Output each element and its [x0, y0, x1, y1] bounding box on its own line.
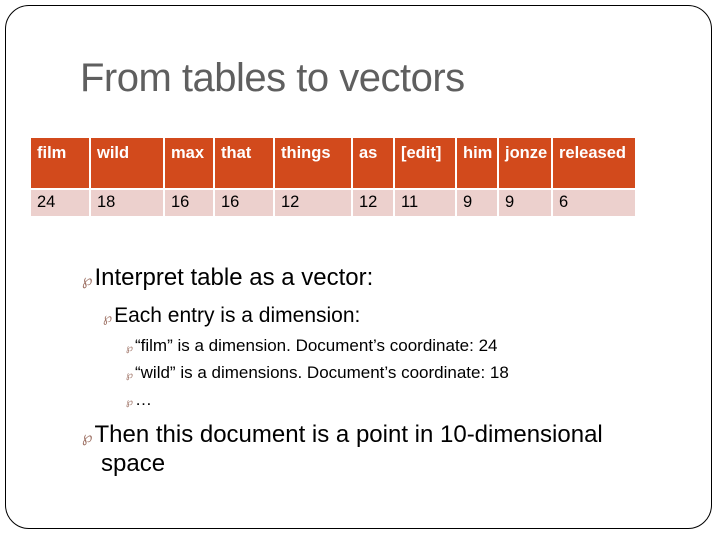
bullet-item: ℘Interpret table as a vector: — [82, 264, 373, 292]
ornament-curl-icon: ℘ — [82, 429, 93, 446]
table-header-row: film wild max that things as [edit] him … — [31, 138, 635, 188]
table-cell: 16 — [215, 190, 273, 216]
table-cell: 11 — [395, 190, 455, 216]
table-header-cell: [edit] — [395, 138, 455, 188]
ornament-curl-icon: ℘ — [126, 370, 133, 381]
table-cell: 12 — [275, 190, 351, 216]
table-header-cell: him — [457, 138, 497, 188]
table-cell: 16 — [165, 190, 213, 216]
bullet-item: ℘ “film” is a dimension. Document’s coord… — [126, 336, 498, 356]
table-cell: 24 — [31, 190, 89, 216]
table-header-cell: that — [215, 138, 273, 188]
table-header-cell: wild — [91, 138, 163, 188]
bullet-item: ℘ “wild” is a dimensions. Document’s coor… — [126, 363, 509, 383]
table-header-cell: released — [553, 138, 635, 188]
table-cell: 12 — [353, 190, 393, 216]
ornament-curl-icon: ℘ — [103, 310, 113, 325]
table-cell: 18 — [91, 190, 163, 216]
bullet-item: ℘… — [126, 390, 152, 410]
slide-title: From tables to vectors — [80, 56, 465, 100]
table-header-cell: jonze — [499, 138, 551, 188]
table-header-cell: max — [165, 138, 213, 188]
ornament-curl-icon: ℘ — [126, 343, 133, 354]
table-cell: 9 — [499, 190, 551, 216]
bullet-item: ℘Then this document is a point in 10-dim… — [82, 421, 603, 449]
term-frequency-table: film wild max that things as [edit] him … — [29, 136, 637, 218]
bullet-text: “wild” is a dimensions. Document’s coord… — [134, 363, 509, 382]
bullet-text: “film” is a dimension. Document’s coordi… — [134, 336, 498, 355]
table-cell: 9 — [457, 190, 497, 216]
ornament-curl-icon: ℘ — [126, 397, 133, 408]
table-row: 24 18 16 16 12 12 11 9 9 6 — [31, 190, 635, 216]
bullet-text: Then this document is a point in 10-dime… — [94, 421, 603, 448]
bullet-text: Each entry is a dimension: — [114, 304, 361, 327]
table-cell: 6 — [553, 190, 635, 216]
table-header-cell: things — [275, 138, 351, 188]
bullet-text: … — [134, 390, 152, 409]
ornament-curl-icon: ℘ — [82, 272, 93, 289]
bullet-item: ℘Each entry is a dimension: — [103, 304, 360, 328]
bullet-text-continuation: space — [101, 450, 166, 477]
bullet-text: Interpret table as a vector: — [94, 264, 374, 291]
table-header-cell: as — [353, 138, 393, 188]
table-header-cell: film — [31, 138, 89, 188]
